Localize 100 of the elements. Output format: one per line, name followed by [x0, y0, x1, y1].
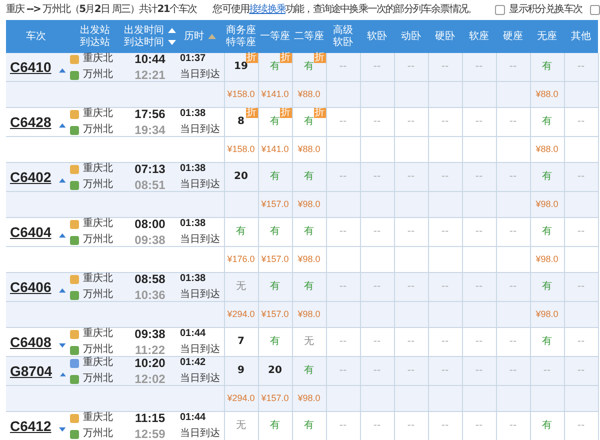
seat-availability: 有 — [270, 336, 280, 347]
seat-availability: -- — [475, 171, 483, 182]
seat-availability: 有 — [542, 420, 552, 431]
departure-time: 11:15 — [134, 412, 166, 424]
discount-tag: 折 — [314, 108, 326, 118]
seat-availability: 有 — [270, 116, 280, 127]
discount-tag: 折 — [280, 108, 292, 118]
transfer-link[interactable]: 接续换乘 — [249, 4, 286, 15]
seat-availability: -- — [475, 365, 483, 376]
seat-price: ¥98.0 — [536, 199, 558, 209]
sort-up-icon[interactable] — [168, 28, 176, 33]
seat-price: ¥141.0 — [261, 89, 289, 99]
checkbox[interactable] — [495, 5, 506, 15]
arrival-note: 当日到达 — [180, 69, 220, 81]
station-name: 重庆北 — [83, 53, 113, 65]
column-header: 历时 — [184, 30, 204, 42]
arrival-note: 当日到达 — [180, 373, 220, 385]
seat-price: ¥88.0 — [536, 144, 558, 154]
seat-availability: -- — [441, 61, 449, 72]
column-header: 一等座 — [260, 30, 290, 42]
seat-availability: -- — [339, 336, 347, 347]
checkbox[interactable] — [590, 5, 600, 15]
seat-availability: -- — [475, 420, 483, 431]
train-number-link[interactable]: C6408 — [10, 334, 52, 350]
seat-availability: -- — [577, 365, 585, 376]
discount-tag: 折 — [246, 53, 258, 63]
station-name: 重庆北 — [83, 218, 113, 230]
discount-tag: 折 — [280, 53, 292, 63]
expand-arrow-icon[interactable] — [59, 342, 66, 348]
seat-availability: 有 — [270, 281, 280, 292]
collapse-arrow-icon[interactable] — [59, 232, 66, 238]
duration: 01:38 — [180, 218, 206, 230]
expand-arrow-icon[interactable] — [59, 426, 66, 432]
seat-availability: 7 — [238, 336, 244, 347]
departure-time: 08:00 — [134, 218, 166, 230]
seat-availability: -- — [509, 336, 517, 347]
seat-availability: -- — [373, 116, 381, 127]
seat-price: ¥294.0 — [227, 309, 255, 319]
station-name: 万州北 — [83, 428, 113, 440]
seat-price: ¥158.0 — [227, 144, 255, 154]
seat-availability: -- — [339, 116, 347, 127]
column-header: 商务座 — [226, 24, 256, 36]
destination-station-icon — [70, 430, 79, 438]
column-header: 硬座 — [503, 30, 523, 42]
seat-availability: 有 — [270, 420, 280, 431]
seat-price: ¥157.0 — [261, 254, 289, 264]
seat-availability: -- — [407, 336, 415, 347]
seat-availability: 9 — [238, 365, 244, 376]
seat-availability: -- — [407, 365, 415, 376]
collapse-arrow-icon[interactable] — [60, 372, 66, 376]
seat-availability: 有 — [270, 171, 280, 182]
seat-availability: 有 — [542, 336, 552, 347]
column-header: 到达时间 — [124, 36, 164, 48]
seat-availability: -- — [475, 281, 483, 292]
station-name: 万州北 — [83, 234, 113, 246]
train-number-link[interactable]: C6404 — [10, 224, 52, 240]
seat-availability: 有 — [304, 61, 314, 72]
collapse-arrow-icon[interactable] — [59, 178, 66, 182]
arrival-time: 11:22 — [134, 344, 166, 356]
collapse-arrow-icon[interactable] — [59, 122, 66, 128]
train-number-link[interactable]: C6412 — [10, 418, 52, 434]
seat-availability: -- — [577, 281, 585, 292]
arrival-note: 当日到达 — [180, 344, 220, 356]
seat-availability: 有 — [304, 171, 314, 182]
station-name: 重庆北 — [83, 273, 113, 285]
seat-availability: -- — [407, 281, 415, 292]
collapse-arrow-icon[interactable] — [59, 288, 66, 292]
seat-availability: -- — [373, 61, 381, 72]
departure-time: 10:44 — [134, 53, 166, 65]
notice-text: 您可使用接续换乘功能，查询途中换乘一次的部分列车余票情况。 — [212, 4, 477, 16]
seat-availability: 无 — [236, 281, 246, 292]
column-header: 软卧 — [333, 36, 353, 48]
arrival-time: 12:21 — [134, 69, 166, 81]
column-header: 无座 — [537, 30, 557, 42]
seat-availability: -- — [339, 171, 347, 182]
arrival-time: 09:38 — [134, 234, 166, 246]
seat-availability: 有 — [270, 61, 280, 72]
seat-availability: -- — [407, 226, 415, 237]
column-header: 特等座 — [226, 36, 256, 48]
destination-station-icon — [70, 126, 79, 134]
seat-availability: -- — [407, 171, 415, 182]
collapse-arrow-icon[interactable] — [59, 68, 66, 72]
seat-availability: -- — [407, 420, 415, 431]
seat-availability: 有 — [304, 365, 314, 376]
seat-availability: 有 — [270, 226, 280, 237]
train-number-link[interactable]: C6428 — [10, 114, 52, 130]
arrival-note: 当日到达 — [180, 234, 220, 246]
column-header: 硬卧 — [435, 30, 455, 42]
seat-availability: -- — [373, 420, 381, 431]
arrival-note: 当日到达 — [180, 124, 220, 136]
column-header: 其他 — [571, 30, 591, 42]
seat-availability: -- — [339, 226, 347, 237]
seat-availability: -- — [441, 281, 449, 292]
destination-station-icon — [70, 70, 79, 80]
seat-price: ¥98.0 — [298, 393, 320, 403]
destination-station-icon — [70, 346, 79, 354]
column-header: 动卧 — [401, 30, 421, 42]
duration: 01:44 — [180, 412, 206, 424]
seat-availability: 20 — [234, 171, 248, 182]
sort-down-icon[interactable] — [168, 40, 176, 45]
